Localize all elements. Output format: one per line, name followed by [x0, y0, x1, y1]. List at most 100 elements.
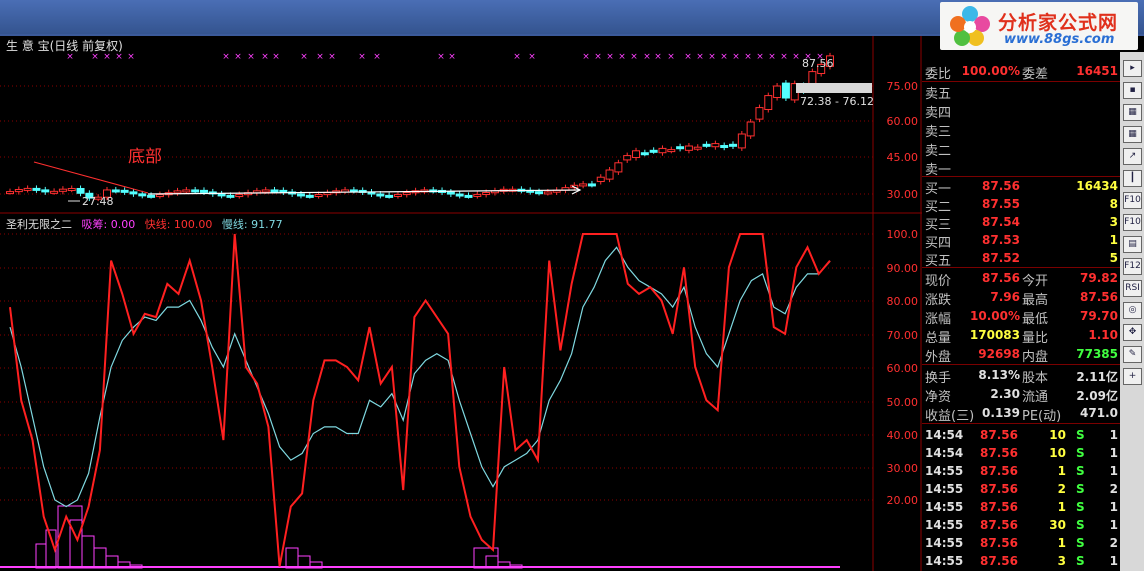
- candlestick: [596, 176, 605, 183]
- tick-time: 14:54: [925, 446, 964, 460]
- low-price-label: 27.48: [82, 195, 114, 208]
- stat-value: 10.00%: [970, 309, 1020, 323]
- candlestick: [199, 189, 208, 193]
- candlestick: [446, 191, 455, 195]
- f10b-icon[interactable]: F10: [1123, 214, 1142, 231]
- table-icon[interactable]: ▦: [1123, 104, 1142, 121]
- buy-volume: 16434: [1076, 179, 1118, 193]
- indicator-tick-label: 60.00: [887, 362, 919, 375]
- candlestick: [649, 149, 658, 153]
- logo-text: 分析家公式网: [998, 12, 1119, 34]
- candlestick: [226, 194, 235, 198]
- stat-label: PE(动): [1022, 409, 1062, 424]
- range-label: 72.38 - 76.12: [800, 95, 874, 108]
- target-icon[interactable]: ◎: [1123, 302, 1142, 319]
- signal-x-marker: ×: [732, 52, 740, 62]
- candlestick: [393, 193, 402, 197]
- signal-x-marker: ×: [300, 52, 308, 62]
- buy-price: 87.53: [982, 233, 1020, 247]
- signal-x-marker: ×: [630, 52, 638, 62]
- pencil-icon[interactable]: ✎: [1123, 346, 1142, 363]
- candlestick: [667, 149, 676, 153]
- candlestick: [32, 187, 41, 191]
- tick-row: 14:55 87.56 1 S 2: [922, 534, 1120, 552]
- stat-row: 现价 87.56 今开 79.82: [922, 269, 1120, 289]
- arrow-icon[interactable]: ▸: [1123, 60, 1142, 77]
- grid-icon[interactable]: ▦: [1123, 126, 1142, 143]
- candlestick: [235, 194, 244, 198]
- stat-label: 量比: [1022, 331, 1049, 346]
- stat-label: 今开: [1022, 274, 1049, 289]
- signal-x-marker: ×: [222, 52, 230, 62]
- separator: [922, 364, 1120, 365]
- signal-x-marker: ×: [247, 52, 255, 62]
- sell-label: 卖四: [925, 106, 952, 121]
- fast-line-value: 快线: 100.00: [144, 218, 213, 231]
- signal-x-marker: ×: [103, 52, 111, 62]
- candlestick: [737, 133, 746, 149]
- k-icon[interactable]: ▪: [1123, 82, 1142, 99]
- signal-x-marker: ×: [696, 52, 704, 62]
- signal-x-marker: ×: [768, 52, 776, 62]
- candlestick: [173, 190, 182, 194]
- buy-volume: 5: [1109, 251, 1118, 265]
- candlestick: [605, 169, 614, 180]
- stat-label: 换手: [925, 371, 952, 386]
- price-tick-label: 75.00: [887, 80, 919, 93]
- tick-count: 1: [1109, 500, 1118, 514]
- accumulation-bar: [81, 535, 95, 569]
- tick-count: 1: [1109, 554, 1118, 568]
- f12-icon[interactable]: F12: [1123, 258, 1142, 275]
- stat-value: 0.139: [982, 406, 1020, 420]
- indicator-tick-label: 50.00: [887, 396, 919, 409]
- stat-label: 现价: [925, 274, 952, 289]
- candlestick: [76, 187, 85, 194]
- tick-row: 14:54 87.56 10 S 1: [922, 444, 1120, 462]
- stat-value: 1.10: [1088, 328, 1118, 342]
- tick-side: S: [1076, 482, 1085, 496]
- move-icon[interactable]: ✥: [1123, 324, 1142, 341]
- stat-value: 8.13%: [978, 368, 1020, 382]
- signal-x-marker: ×: [643, 52, 651, 62]
- sell-row: 卖二: [922, 139, 1120, 159]
- f10-icon[interactable]: F10: [1123, 192, 1142, 209]
- tick-side: S: [1076, 446, 1085, 460]
- trend-icon[interactable]: ↗: [1123, 148, 1142, 165]
- stat-row: 涨幅 10.00% 最低 79.70: [922, 307, 1120, 327]
- tick-volume: 1: [1057, 500, 1066, 514]
- candlestick: [270, 189, 279, 193]
- price-chart[interactable]: 75.00 60.00 45.00 30.00 100.0 90.00 80.00 70.00…: [0, 0, 922, 571]
- buy-volume: 8: [1109, 197, 1118, 211]
- sell-label: 卖三: [925, 125, 952, 140]
- candlestick: [729, 143, 738, 147]
- signal-x-marker: ×: [127, 52, 135, 62]
- tick-time: 14:55: [925, 464, 964, 478]
- candlestick: [632, 150, 641, 159]
- signal-x-marker: ×: [792, 52, 800, 62]
- chart-icon[interactable]: ▤: [1123, 236, 1142, 253]
- candlestick: [23, 187, 32, 191]
- candlestick: [376, 193, 385, 197]
- indicator-tick-label: 40.00: [887, 429, 919, 442]
- weicha-label: 委差: [1022, 67, 1049, 82]
- rsi-icon[interactable]: RSI: [1123, 280, 1142, 297]
- candlestick: [543, 191, 552, 195]
- tick-side: S: [1076, 536, 1085, 550]
- candlestick: [182, 189, 191, 193]
- site-logo: 分析家公式网 www.88gs.com: [940, 2, 1138, 50]
- indicator-tick-label: 20.00: [887, 494, 919, 507]
- tick-price: 87.56: [980, 482, 1018, 496]
- plus-icon[interactable]: +: [1123, 368, 1142, 385]
- tick-row: 14:55 87.56 3 S 1: [922, 552, 1120, 570]
- stat-value: 2.30: [990, 387, 1020, 401]
- sell-row: 卖五: [922, 82, 1120, 102]
- candlestick: [684, 145, 693, 151]
- buy-row: 买二 87.55 8: [922, 195, 1120, 215]
- tick-count: 1: [1109, 518, 1118, 532]
- candle-icon[interactable]: ┃: [1123, 170, 1142, 187]
- indicator-name: 圣利无限之二: [6, 218, 72, 231]
- stat-value: 87.56: [982, 271, 1020, 285]
- candlestick: [482, 192, 491, 196]
- candlestick: [129, 191, 138, 195]
- indicator-tick-label: 70.00: [887, 329, 919, 342]
